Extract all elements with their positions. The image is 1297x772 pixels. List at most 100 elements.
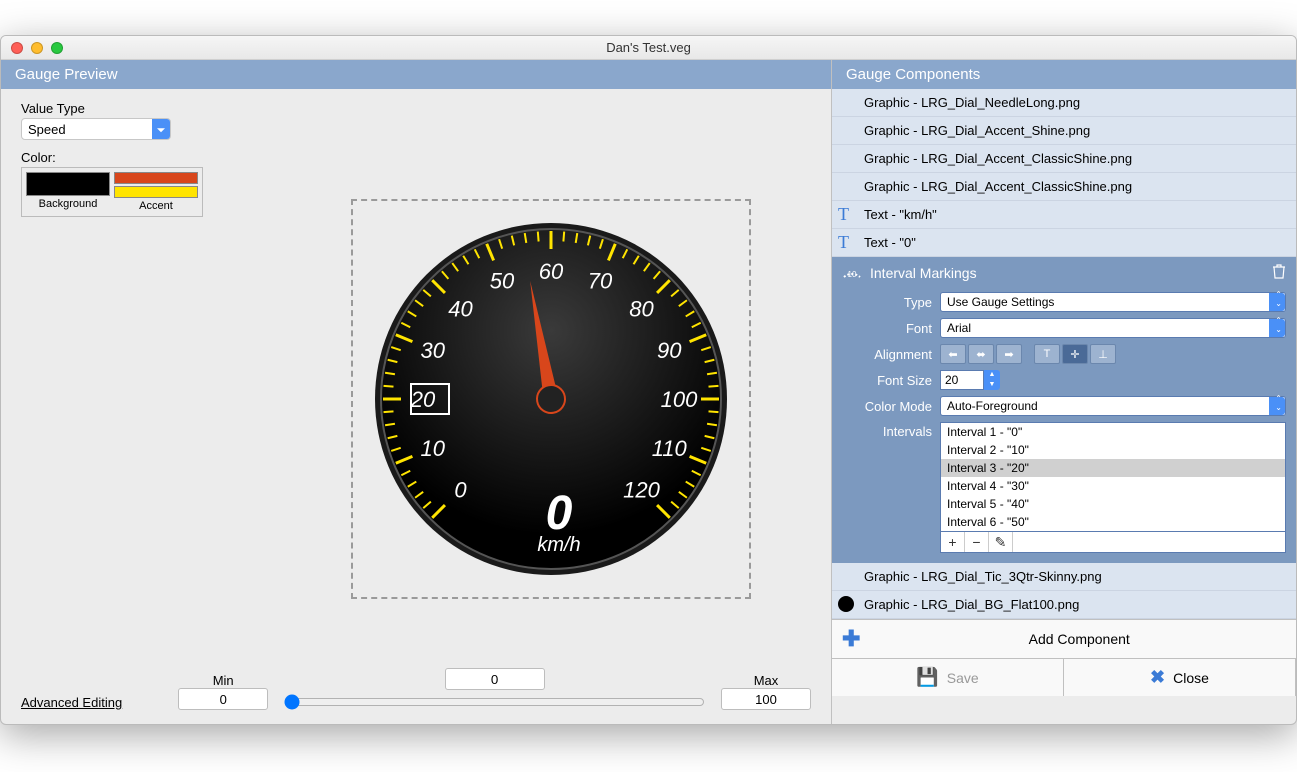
- colormode-label: Color Mode: [842, 399, 932, 414]
- gauge-number: 110: [652, 436, 688, 461]
- text-icon: T: [838, 204, 849, 225]
- component-label: Graphic - LRG_Dial_Accent_ClassicShine.p…: [864, 179, 1132, 194]
- add-interval-button[interactable]: +: [941, 532, 965, 552]
- gauge-number: 30: [421, 338, 446, 363]
- component-item[interactable]: Graphic - LRG_Dial_Tic_3Qtr-Skinny.png: [832, 563, 1296, 591]
- gauge-canvas[interactable]: 0 10 20 3040 50 60 70 8090 100 110 120 0 km/h: [351, 199, 751, 599]
- max-label: Max: [754, 673, 779, 688]
- close-icon: ✖: [1150, 667, 1165, 688]
- font-select[interactable]: Arial: [940, 318, 1286, 338]
- accent-swatch-label: Accent: [139, 200, 173, 212]
- delete-interval-button[interactable]: [1272, 263, 1286, 282]
- gauge-number: 60: [539, 259, 564, 284]
- interval-item[interactable]: Interval 4 - "30": [941, 477, 1285, 495]
- align-right-button[interactable]: ➡: [996, 344, 1022, 364]
- value-type-select[interactable]: Speed: [21, 118, 171, 140]
- component-item[interactable]: Graphic - LRG_Dial_Accent_ClassicShine.p…: [832, 145, 1296, 173]
- interval-icon: 10: [842, 263, 862, 282]
- interval-item[interactable]: Interval 2 - "10": [941, 441, 1285, 459]
- component-label: Graphic - LRG_Dial_Accent_ClassicShine.p…: [864, 151, 1132, 166]
- alignment-buttons: ⬅ ⬌ ➡ T ✛ ⊥: [940, 344, 1286, 364]
- interval-item[interactable]: Interval 5 - "40": [941, 495, 1285, 513]
- right-panel: Gauge Components Graphic - LRG_Dial_Need…: [831, 60, 1296, 724]
- gauge-number: 70: [588, 269, 613, 294]
- max-input[interactable]: [721, 688, 811, 710]
- component-label: Text - "km/h": [864, 207, 937, 222]
- align-left-button[interactable]: ⬅: [940, 344, 966, 364]
- value-slider[interactable]: [284, 694, 705, 710]
- current-value-input[interactable]: [445, 668, 545, 690]
- type-select[interactable]: Use Gauge Settings: [940, 292, 1286, 312]
- circle-icon: [838, 596, 854, 612]
- type-label: Type: [842, 295, 932, 310]
- min-label: Min: [213, 673, 234, 688]
- text-icon: T: [838, 232, 849, 253]
- gauge-preview-header: Gauge Preview: [1, 60, 831, 89]
- footer-buttons: 💾 Save ✖ Close: [832, 659, 1296, 696]
- close-button[interactable]: ✖ Close: [1064, 659, 1296, 696]
- gauge-number: 90: [657, 338, 682, 363]
- background-swatch[interactable]: [26, 172, 110, 196]
- gauge-number: 0: [454, 478, 467, 503]
- bottom-controls: Advanced Editing Min Max: [1, 660, 831, 724]
- edit-interval-button[interactable]: ✎: [989, 532, 1013, 552]
- intervals-label: Intervals: [842, 422, 932, 439]
- component-label: Graphic - LRG_Dial_NeedleLong.png: [864, 95, 1080, 110]
- gauge-number: 80: [629, 296, 654, 321]
- component-item[interactable]: T Text - "km/h": [832, 201, 1296, 229]
- save-button[interactable]: 💾 Save: [832, 659, 1064, 696]
- interval-panel-title: Interval Markings: [870, 265, 977, 281]
- gauge-value: 0: [546, 487, 573, 540]
- gauge-number: 50: [490, 269, 515, 294]
- interval-item[interactable]: Interval 6 - "50": [941, 513, 1285, 531]
- svg-text:10: 10: [848, 270, 857, 279]
- component-item[interactable]: Graphic - LRG_Dial_Accent_ClassicShine.p…: [832, 173, 1296, 201]
- valign-middle-button[interactable]: ✛: [1062, 344, 1088, 364]
- valign-bottom-button[interactable]: ⊥: [1090, 344, 1116, 364]
- gauge-number: 20: [410, 387, 436, 412]
- color-label: Color:: [21, 150, 811, 165]
- gauge-number: 40: [448, 296, 473, 321]
- component-list-top: Graphic - LRG_Dial_NeedleLong.png Graphic…: [832, 89, 1296, 257]
- fontsize-stepper[interactable]: ▲▼: [984, 370, 1000, 390]
- gauge-number: 10: [421, 436, 446, 461]
- plus-icon: ✚: [842, 626, 860, 652]
- component-item[interactable]: Graphic - LRG_Dial_BG_Flat100.png: [832, 591, 1296, 619]
- window-title: Dan's Test.veg: [1, 40, 1296, 55]
- remove-interval-button[interactable]: −: [965, 532, 989, 552]
- gauge-number: 120: [623, 478, 660, 503]
- component-label: Graphic - LRG_Dial_Tic_3Qtr-Skinny.png: [864, 569, 1102, 584]
- gauge-unit: km/h: [537, 534, 580, 556]
- intervals-list[interactable]: Interval 1 - "0"Interval 2 - "10"Interva…: [940, 422, 1286, 532]
- gauge-number: 100: [661, 387, 698, 412]
- interval-item[interactable]: Interval 1 - "0": [941, 423, 1285, 441]
- component-label: Graphic - LRG_Dial_BG_Flat100.png: [864, 597, 1079, 612]
- component-item[interactable]: Graphic - LRG_Dial_Accent_Shine.png: [832, 117, 1296, 145]
- add-component-label: Add Component: [872, 631, 1286, 647]
- advanced-editing-link[interactable]: Advanced Editing: [21, 695, 122, 710]
- component-list-bottom: Graphic - LRG_Dial_Tic_3Qtr-Skinny.png Gr…: [832, 563, 1296, 619]
- colormode-select[interactable]: Auto-Foreground: [940, 396, 1286, 416]
- valign-top-button[interactable]: T: [1034, 344, 1060, 364]
- interval-markings-panel: 10 Interval Markings Type Use Gauge Sett…: [832, 257, 1296, 563]
- align-center-button[interactable]: ⬌: [968, 344, 994, 364]
- fontsize-input[interactable]: [940, 370, 984, 390]
- component-label: Graphic - LRG_Dial_Accent_Shine.png: [864, 123, 1090, 138]
- min-input[interactable]: [178, 688, 268, 710]
- titlebar: Dan's Test.veg: [1, 36, 1296, 60]
- save-label: Save: [947, 670, 979, 686]
- intervals-list-buttons: + − ✎: [940, 532, 1286, 553]
- save-icon: 💾: [916, 667, 938, 688]
- interval-item[interactable]: Interval 3 - "20": [941, 459, 1285, 477]
- value-type-label: Value Type: [21, 101, 811, 116]
- background-swatch-label: Background: [39, 198, 98, 210]
- component-item[interactable]: TText - "0": [832, 229, 1296, 257]
- gauge-svg: 0 10 20 3040 50 60 70 8090 100 110 120 0 km/h: [371, 219, 731, 579]
- accent2-swatch[interactable]: [114, 186, 198, 198]
- component-item[interactable]: Graphic - LRG_Dial_NeedleLong.png: [832, 89, 1296, 117]
- add-component-button[interactable]: ✚ Add Component: [832, 619, 1296, 659]
- accent1-swatch[interactable]: [114, 172, 198, 184]
- gauge-components-header: Gauge Components: [832, 60, 1296, 89]
- font-label: Font: [842, 321, 932, 336]
- left-panel: Gauge Preview Value Type Speed Color: Ba…: [1, 60, 831, 724]
